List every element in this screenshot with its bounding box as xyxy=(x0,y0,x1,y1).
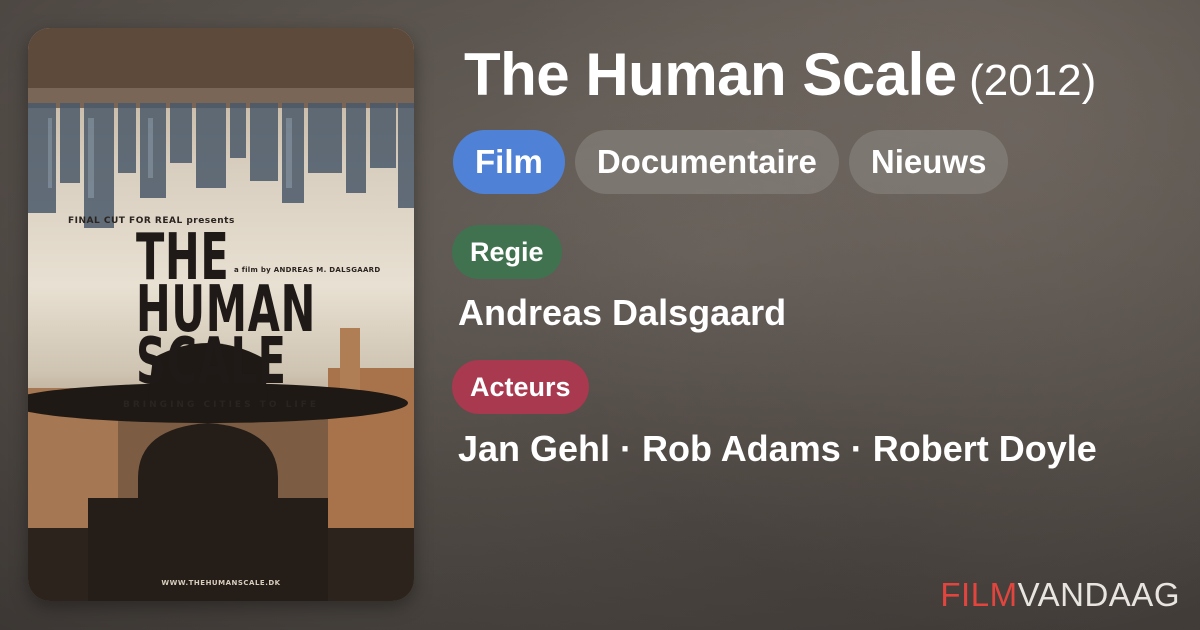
director-label: Regie xyxy=(452,225,562,279)
actors-list[interactable]: Jan Gehl · Rob Adams · Robert Doyle xyxy=(458,428,1097,470)
brand-logo-part2: VANDAAG xyxy=(1017,576,1180,613)
brand-logo-part1: FILM xyxy=(940,576,1018,613)
movie-title: The Human Scale xyxy=(464,41,957,108)
genre-chip-documentaire[interactable]: Documentaire xyxy=(574,130,839,194)
genre-chip-film[interactable]: Film xyxy=(453,130,565,194)
poster-url: WWW.THEHUMANSCALE.DK xyxy=(161,579,281,587)
brand-logo[interactable]: FILMVANDAAG xyxy=(940,576,1180,614)
movie-poster: FINAL CUT FOR REAL presents a film by AN… xyxy=(28,28,414,601)
movie-year: (2012) xyxy=(969,56,1097,105)
poster-title: THE HUMAN SCALE xyxy=(136,226,316,394)
genre-chips: Film Documentaire Nieuws xyxy=(453,130,1009,194)
genre-chip-nieuws[interactable]: Nieuws xyxy=(848,130,1009,194)
actors-label: Acteurs xyxy=(452,360,589,414)
movie-heading: The Human Scale (2012) xyxy=(464,40,1096,109)
poster-tagline: BRINGING CITIES TO LIFE xyxy=(123,400,319,410)
director-name[interactable]: Andreas Dalsgaard xyxy=(458,292,786,334)
